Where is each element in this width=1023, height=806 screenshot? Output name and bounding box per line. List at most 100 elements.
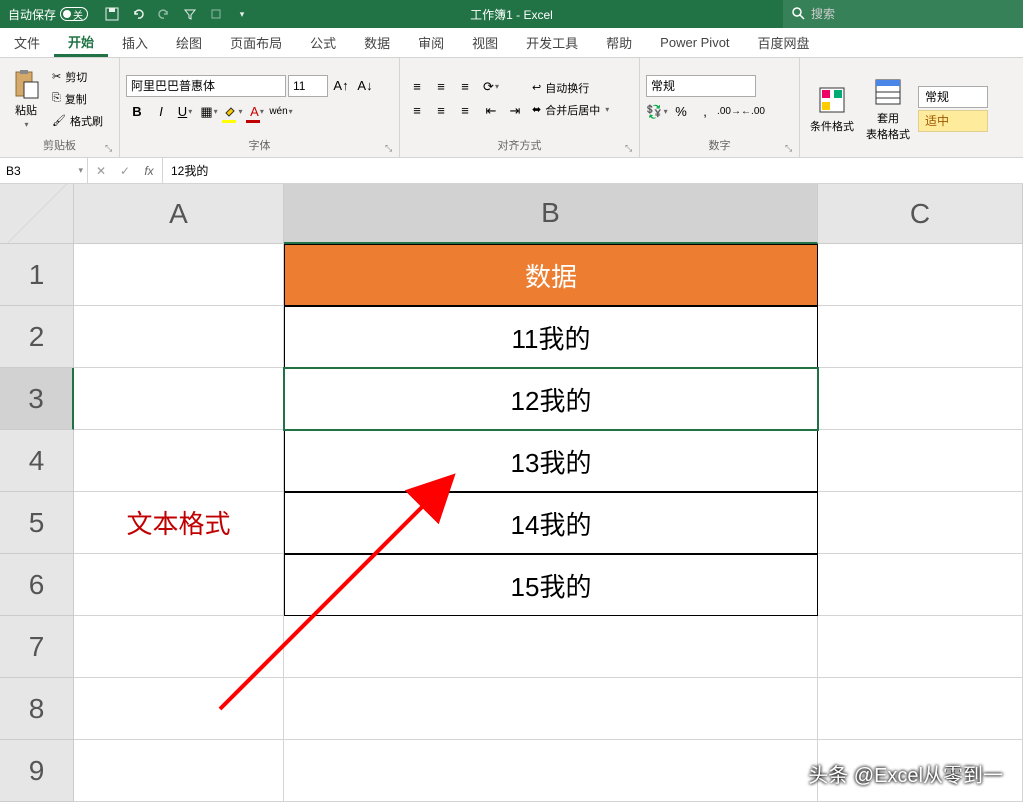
row-header-2[interactable]: 2 (0, 306, 74, 368)
tab-formulas[interactable]: 公式 (296, 28, 350, 57)
tab-review[interactable]: 审阅 (404, 28, 458, 57)
cut-button[interactable]: ✂ 剪切 (50, 67, 105, 87)
conditional-format-button[interactable]: 条件格式 (806, 62, 858, 155)
cell-b2[interactable]: 11我的 (284, 306, 818, 368)
col-header-b[interactable]: B (284, 184, 818, 244)
format-as-table-button[interactable]: 套用 表格格式 (862, 62, 914, 155)
cell-c5[interactable] (818, 492, 1023, 554)
tab-view[interactable]: 视图 (458, 28, 512, 57)
row-header-7[interactable]: 7 (0, 616, 74, 678)
italic-button[interactable]: I (150, 101, 172, 123)
cell-c6[interactable] (818, 554, 1023, 616)
row-header-9[interactable]: 9 (0, 740, 74, 802)
dialog-launcher-icon[interactable]: ⤡ (785, 143, 797, 155)
cell-c3[interactable] (818, 368, 1023, 430)
redo-icon[interactable] (156, 6, 172, 22)
align-center-icon[interactable]: ≡ (430, 100, 452, 122)
filter-icon[interactable] (182, 6, 198, 22)
dialog-launcher-icon[interactable]: ⤡ (625, 143, 637, 155)
copy-button[interactable]: ⎘ 复制 (50, 89, 105, 109)
tab-developer[interactable]: 开发工具 (512, 28, 592, 57)
row-header-4[interactable]: 4 (0, 430, 74, 492)
cell-a1[interactable] (74, 244, 284, 306)
phonetic-button[interactable]: wén▾ (270, 101, 292, 123)
fill-color-button[interactable]: ▾ (222, 101, 244, 123)
align-top-icon[interactable]: ≡ (406, 76, 428, 98)
search-input[interactable] (811, 7, 1015, 21)
increase-indent-icon[interactable]: ⇥ (504, 100, 526, 122)
tab-draw[interactable]: 绘图 (162, 28, 216, 57)
decrease-font-icon[interactable]: A↓ (354, 75, 376, 97)
col-header-a[interactable]: A (74, 184, 284, 244)
tab-help[interactable]: 帮助 (592, 28, 646, 57)
wrap-text-button[interactable]: ↩ 自动换行 (530, 78, 611, 98)
merge-center-button[interactable]: ⬌ 合并后居中 ▾ (530, 100, 611, 120)
tab-powerpivot[interactable]: Power Pivot (646, 28, 743, 57)
cell-style-normal[interactable]: 常规 (918, 86, 988, 108)
tab-file[interactable]: 文件 (0, 28, 54, 57)
align-right-icon[interactable]: ≡ (454, 100, 476, 122)
cell-a2[interactable] (74, 306, 284, 368)
toggle-switch[interactable]: 关 (60, 7, 88, 21)
fx-icon[interactable]: fx (140, 162, 158, 180)
cell-a3[interactable] (74, 368, 284, 430)
touch-mode-icon[interactable] (208, 6, 224, 22)
cell-c1[interactable] (818, 244, 1023, 306)
name-box[interactable]: B3 ▾ (0, 158, 88, 183)
tab-baidu[interactable]: 百度网盘 (744, 28, 824, 57)
row-header-3[interactable]: 3 (0, 368, 74, 430)
cell-a9[interactable] (74, 740, 284, 802)
row-header-6[interactable]: 6 (0, 554, 74, 616)
tab-insert[interactable]: 插入 (108, 28, 162, 57)
increase-font-icon[interactable]: A↑ (330, 75, 352, 97)
row-header-1[interactable]: 1 (0, 244, 74, 306)
dialog-launcher-icon[interactable]: ⤡ (105, 143, 117, 155)
decrease-decimal-icon[interactable]: ←.00 (742, 101, 764, 123)
underline-button[interactable]: U▾ (174, 101, 196, 123)
row-header-5[interactable]: 5 (0, 492, 74, 554)
dialog-launcher-icon[interactable]: ⤡ (385, 143, 397, 155)
chevron-down-icon[interactable]: ▾ (78, 165, 83, 176)
cell-style-medium[interactable]: 适中 (918, 110, 988, 132)
cell-c4[interactable] (818, 430, 1023, 492)
tab-home[interactable]: 开始 (54, 28, 108, 57)
align-left-icon[interactable]: ≡ (406, 100, 428, 122)
select-all-corner[interactable] (0, 184, 74, 244)
increase-decimal-icon[interactable]: .00→ (718, 101, 740, 123)
cell-b1[interactable]: 数据 (284, 244, 818, 306)
paste-button[interactable]: 粘贴 ▾ (6, 62, 46, 135)
cell-c7[interactable] (818, 616, 1023, 678)
font-size-input[interactable] (288, 75, 328, 97)
undo-icon[interactable] (130, 6, 146, 22)
font-color-button[interactable]: A ▾ (246, 101, 268, 123)
format-painter-button[interactable]: 🖌 格式刷 (50, 111, 105, 131)
cell-b3[interactable]: 12我的 (284, 368, 818, 430)
cell-b9[interactable] (284, 740, 818, 802)
tab-data[interactable]: 数据 (350, 28, 404, 57)
font-name-input[interactable] (126, 75, 286, 97)
col-header-c[interactable]: C (818, 184, 1023, 244)
search-box[interactable] (783, 0, 1023, 28)
row-header-8[interactable]: 8 (0, 678, 74, 740)
formula-input[interactable]: 12我的 (163, 158, 1023, 183)
tab-layout[interactable]: 页面布局 (216, 28, 296, 57)
save-icon[interactable] (104, 6, 120, 22)
qat-more-icon[interactable]: ▾ (234, 6, 250, 22)
accounting-format-icon[interactable]: 💱▾ (646, 101, 668, 123)
cell-c2[interactable] (818, 306, 1023, 368)
border-button[interactable]: ▦▾ (198, 101, 220, 123)
align-bottom-icon[interactable]: ≡ (454, 76, 476, 98)
cancel-icon[interactable]: ✕ (92, 162, 110, 180)
bold-button[interactable]: B (126, 101, 148, 123)
number-format-select[interactable] (646, 75, 756, 97)
percent-icon[interactable]: % (670, 101, 692, 123)
group-number: 💱▾ % , .00→ ←.00 数字 ⤡ (640, 58, 800, 157)
cell-c8[interactable] (818, 678, 1023, 740)
enter-icon[interactable]: ✓ (116, 162, 134, 180)
decrease-indent-icon[interactable]: ⇤ (480, 100, 502, 122)
align-middle-icon[interactable]: ≡ (430, 76, 452, 98)
comma-icon[interactable]: , (694, 101, 716, 123)
orientation-icon[interactable]: ⟳▾ (480, 76, 502, 98)
autosave-toggle[interactable]: 自动保存 关 (0, 6, 96, 23)
font-group-label: 字体 (126, 135, 393, 155)
